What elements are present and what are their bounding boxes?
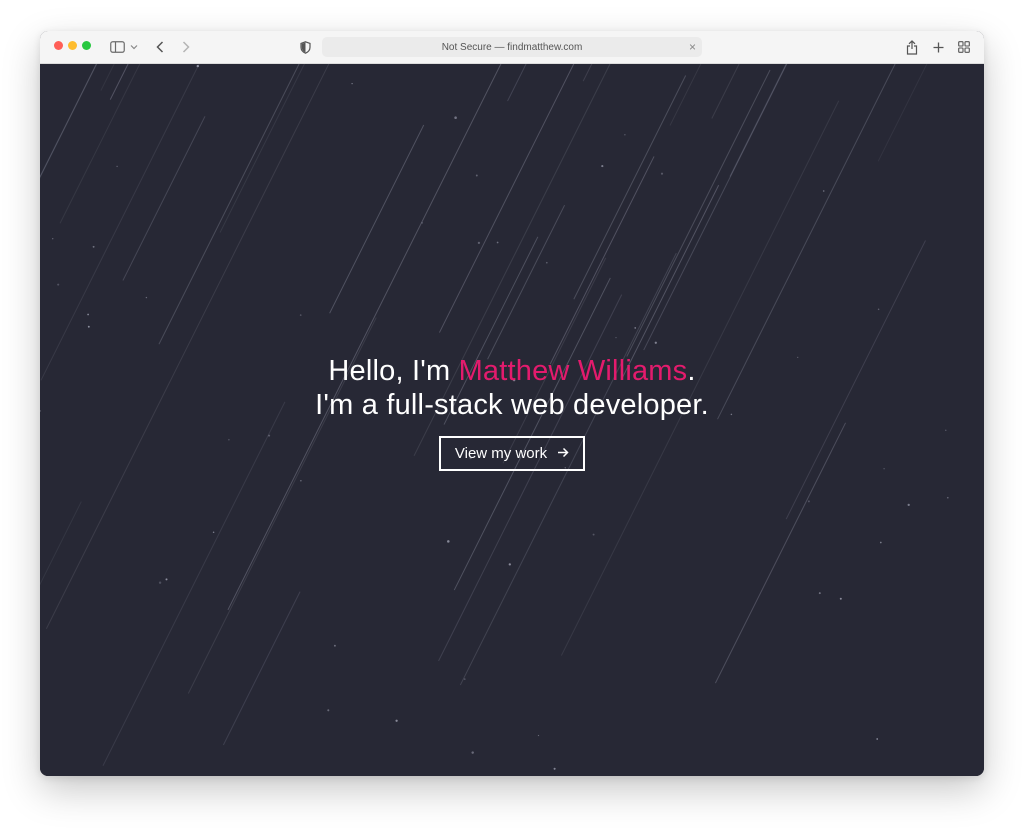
star-dot	[553, 767, 556, 770]
meteor-streak	[669, 64, 702, 126]
close-window-button[interactable]	[54, 41, 63, 50]
greeting-text: Hello, I'm	[328, 355, 459, 387]
browser-window: Not Secure — findmatthew.com × Hello, I'…	[40, 31, 984, 776]
meteor-streak	[40, 64, 165, 174]
star-dot	[839, 597, 842, 600]
star-dot	[447, 540, 450, 543]
back-icon[interactable]	[153, 37, 167, 57]
star-dot	[615, 336, 617, 339]
address-bar[interactable]: Not Secure — findmatthew.com ×	[322, 37, 702, 57]
meteor-streak	[729, 64, 787, 177]
star-dot	[592, 533, 595, 536]
star-dot	[946, 496, 949, 499]
meteor-streak	[487, 204, 566, 360]
page-content: Hello, I'm Matthew Williams. I'm a full-…	[40, 64, 984, 776]
star-dot	[158, 581, 162, 584]
meteor-streak	[329, 124, 425, 314]
star-dot	[822, 190, 825, 192]
meteor-streak	[877, 64, 928, 162]
address-text: Not Secure — findmatthew.com	[441, 41, 583, 53]
meteor-streak	[711, 64, 740, 119]
star-dot	[351, 82, 353, 85]
star-dot	[624, 134, 626, 136]
star-dot	[196, 64, 199, 68]
star-dot	[145, 296, 148, 299]
star-dot	[545, 261, 548, 264]
star-dot	[165, 578, 168, 581]
forward-icon[interactable]	[179, 37, 193, 57]
plus-icon[interactable]	[930, 37, 946, 57]
star-dot	[421, 222, 424, 224]
meteor-streak	[626, 69, 771, 357]
star-dot	[818, 592, 821, 595]
hero-heading: Hello, I'm Matthew Williams.	[40, 354, 984, 388]
hero-subtitle: I'm a full-stack web developer.	[315, 389, 709, 421]
heading-period: .	[687, 355, 696, 387]
meteor-streak	[122, 116, 206, 281]
star-dot	[654, 341, 657, 344]
star-dot	[52, 238, 54, 240]
meteor-streak	[438, 64, 575, 333]
star-dot	[907, 503, 910, 507]
meteor-streak	[40, 64, 97, 178]
view-my-work-button[interactable]: View my work	[438, 436, 586, 471]
star-dot	[87, 313, 89, 316]
star-dot	[212, 531, 215, 533]
zoom-window-button[interactable]	[82, 41, 91, 50]
meteor-streak	[227, 64, 502, 611]
star-dot	[477, 241, 481, 245]
meteor-streak	[573, 75, 687, 300]
star-dot	[327, 709, 330, 712]
meteor-streak	[45, 64, 330, 629]
star-dot	[87, 325, 90, 328]
hero-section: Hello, I'm Matthew Williams. I'm a full-…	[40, 354, 984, 471]
star-dot	[57, 283, 60, 286]
tabs-grid-icon[interactable]	[956, 37, 972, 57]
share-icon[interactable]	[904, 37, 920, 57]
star-dot	[300, 480, 302, 482]
star-dot	[471, 751, 474, 754]
star-dot	[92, 245, 95, 248]
meteor-streak	[438, 294, 623, 662]
name-highlight: Matthew Williams	[458, 355, 688, 387]
meteor-streak	[40, 501, 82, 586]
meteor-streak	[643, 64, 788, 351]
star-dot	[508, 563, 511, 566]
chevron-down-icon[interactable]	[129, 37, 139, 57]
star-dot	[807, 500, 810, 503]
meteor-streak	[59, 64, 141, 224]
meteor-streak	[219, 64, 305, 233]
shield-icon[interactable]	[298, 37, 312, 57]
minimize-window-button[interactable]	[68, 41, 77, 50]
close-icon[interactable]: ×	[689, 40, 696, 54]
star-dot	[475, 174, 478, 177]
browser-toolbar: Not Secure — findmatthew.com ×	[40, 31, 984, 64]
star-dot	[395, 719, 398, 722]
meteor-streak	[621, 184, 720, 379]
star-dot	[877, 308, 880, 311]
star-dot	[634, 327, 637, 329]
meteor-streak	[158, 64, 300, 345]
meteor-streak	[100, 64, 115, 91]
star-dot	[299, 314, 302, 316]
meteor-streak	[222, 591, 301, 746]
meteor-streak	[109, 64, 129, 100]
sidebar-icon[interactable]	[108, 37, 126, 57]
star-dot	[454, 116, 457, 119]
star-dot	[463, 678, 466, 681]
meteor-streak	[507, 64, 527, 102]
arrow-right-icon	[557, 445, 569, 462]
meteor-streak	[40, 64, 200, 381]
star-dot	[879, 541, 882, 544]
star-dot	[116, 165, 118, 168]
star-dot	[660, 172, 664, 175]
cta-label: View my work	[454, 445, 548, 462]
star-dot	[496, 241, 499, 244]
star-dot	[601, 165, 604, 168]
star-dot	[537, 734, 540, 737]
star-dot	[876, 738, 879, 740]
star-dot	[333, 644, 336, 647]
